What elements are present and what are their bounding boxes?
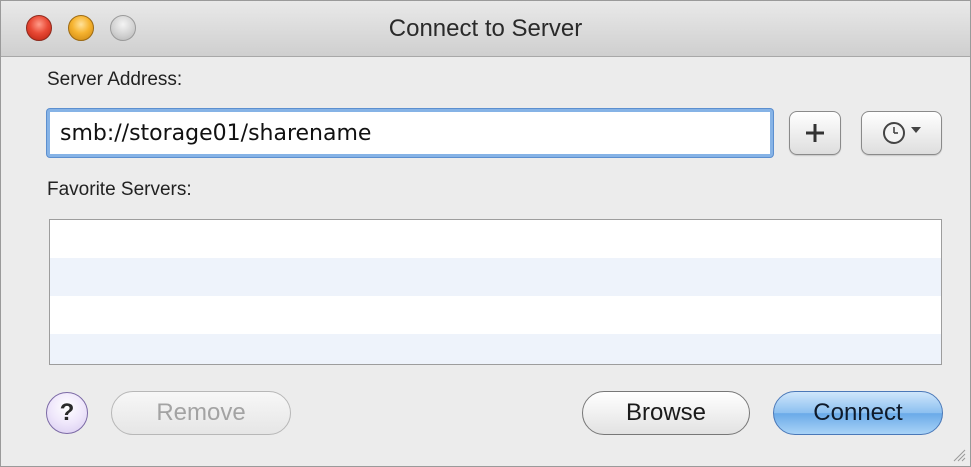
- favorite-servers-label: Favorite Servers:: [47, 179, 192, 200]
- remove-button: Remove: [111, 391, 291, 435]
- connect-button[interactable]: Connect: [773, 391, 943, 435]
- recent-servers-button[interactable]: [861, 111, 942, 155]
- clock-icon: [883, 122, 905, 144]
- chevron-down-icon: [911, 127, 921, 133]
- browse-button[interactable]: Browse: [582, 391, 750, 435]
- resize-grip-icon[interactable]: [952, 448, 966, 462]
- list-item[interactable]: [50, 334, 941, 364]
- plus-icon: [806, 124, 824, 142]
- list-item[interactable]: [50, 296, 941, 334]
- server-address-input[interactable]: [47, 109, 773, 157]
- list-item[interactable]: [50, 258, 941, 296]
- help-button[interactable]: ?: [46, 392, 88, 434]
- favorite-servers-list[interactable]: [49, 219, 942, 365]
- connect-to-server-window: Connect to Server Server Address: Favori…: [0, 0, 971, 467]
- window-title: Connect to Server: [388, 15, 583, 42]
- list-item[interactable]: [50, 220, 941, 258]
- title-bar[interactable]: Connect to Server: [1, 1, 970, 57]
- add-favorite-button[interactable]: [789, 111, 841, 155]
- server-address-label: Server Address:: [47, 69, 183, 90]
